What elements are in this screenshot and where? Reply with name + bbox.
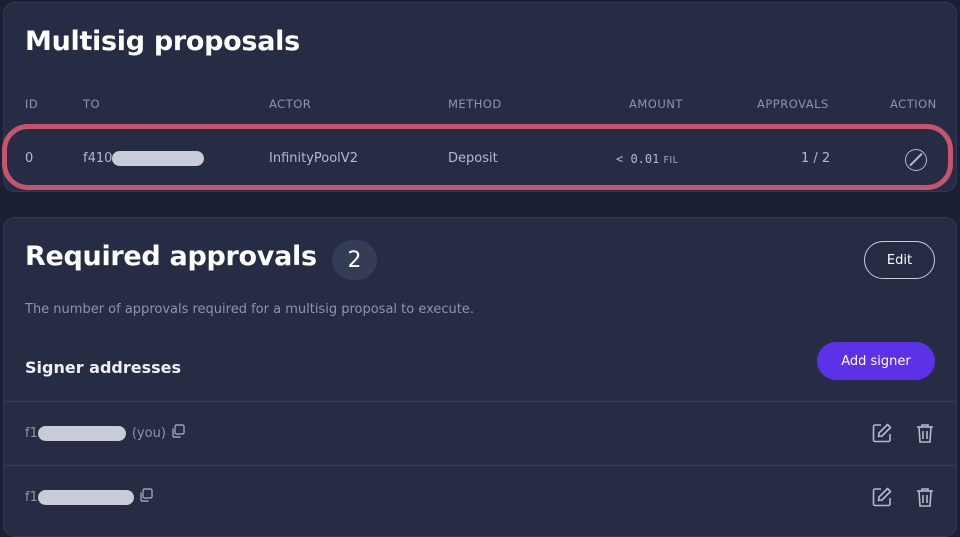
proposals-title: Multisig proposals: [25, 26, 300, 57]
column-header-id: ID: [25, 97, 39, 111]
multisig-proposals-card: Multisig proposals ID TO ACTOR METHOD AM…: [2, 2, 957, 192]
copy-icon[interactable]: [171, 424, 185, 442]
column-header-approvals: APPROVALS: [757, 97, 829, 111]
cancel-icon[interactable]: [905, 149, 927, 171]
proposal-actor: InfinityPoolV2: [269, 151, 358, 166]
column-header-method: METHOD: [448, 97, 502, 111]
approvals-title: Required approvals: [25, 241, 317, 272]
column-header-action: ACTION: [890, 97, 937, 111]
redacted-address-bar: [37, 489, 134, 505]
edit-icon[interactable]: [871, 486, 893, 512]
column-header-amount: AMOUNT: [629, 97, 683, 111]
proposal-to-address: f410: [83, 151, 205, 166]
proposal-approvals: 1 / 2: [801, 151, 831, 166]
signer-address: f1: [25, 488, 153, 506]
approvals-count-badge: 2: [332, 240, 377, 280]
column-header-actor: ACTOR: [269, 97, 312, 111]
proposal-amount-unit: FIL: [663, 155, 679, 166]
edit-icon[interactable]: [871, 422, 893, 448]
signer-address-prefix: f1: [25, 425, 38, 441]
signer-row: f1 (you): [4, 402, 956, 465]
signer-address-prefix: f1: [25, 489, 38, 505]
add-signer-button[interactable]: Add signer: [817, 342, 935, 380]
approvals-description: The number of approvals required for a m…: [25, 302, 475, 317]
proposal-id: 0: [25, 151, 34, 166]
redacted-address-bar: [37, 425, 126, 441]
copy-icon[interactable]: [139, 488, 153, 506]
proposal-to-prefix: f410: [83, 151, 113, 166]
trash-icon[interactable]: [914, 486, 936, 512]
redacted-address-bar: [112, 151, 205, 166]
proposal-amount: < 0.01 FIL: [616, 152, 678, 167]
signer-you-tag: (you): [131, 425, 166, 441]
trash-icon[interactable]: [914, 422, 936, 448]
signer-row: f1: [4, 466, 956, 529]
proposal-method: Deposit: [448, 151, 498, 166]
column-header-to: TO: [83, 97, 101, 111]
edit-button[interactable]: Edit: [864, 241, 935, 279]
signer-address: f1 (you): [25, 424, 185, 442]
signer-addresses-label: Signer addresses: [25, 358, 182, 377]
proposal-amount-value: < 0.01: [616, 152, 660, 166]
required-approvals-card: Required approvals 2 Edit The number of …: [3, 217, 957, 537]
